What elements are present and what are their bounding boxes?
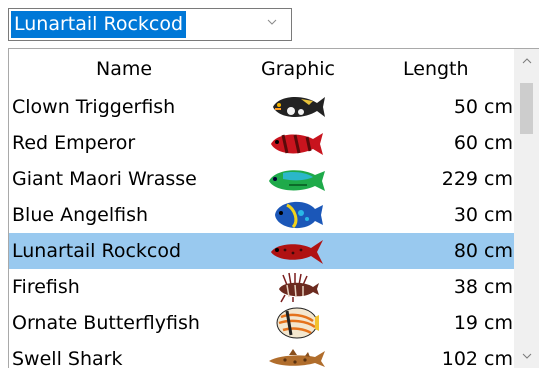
fish-name: Red Emperor	[12, 132, 136, 154]
column-header-length: Length	[403, 58, 469, 80]
list-item-firefish[interactable]: Firefish 38 cm	[9, 269, 514, 305]
scroll-up-arrow-icon[interactable]	[521, 55, 533, 67]
fish-name: Firefish	[12, 276, 80, 298]
list-item-blue-angelfish[interactable]: Blue Angelfish 30 cm	[9, 197, 514, 233]
list-item-lunartail-rockcod[interactable]: Lunartail Rockcod 80 cm	[9, 233, 514, 269]
fish-length: 30 cm	[453, 204, 513, 226]
fish-length: 102 cm	[441, 348, 513, 368]
fish-length: 229 cm	[441, 168, 513, 190]
swell-shark-icon	[269, 349, 325, 367]
fish-length: 19 cm	[453, 312, 513, 334]
chevron-down-icon[interactable]	[267, 17, 277, 27]
fish-length: 80 cm	[453, 240, 513, 262]
list-item-giant-maori-wrasse[interactable]: Giant Maori Wrasse 229 cm	[9, 161, 514, 197]
combo-selected-text[interactable]: Lunartail Rockcod	[11, 11, 187, 38]
firefish-icon	[279, 272, 319, 303]
list-item-swell-shark[interactable]: Swell Shark 102 cm	[9, 341, 514, 368]
ornate-butterflyfish-icon	[276, 307, 319, 339]
clown-triggerfish-icon	[273, 97, 325, 117]
fish-name: Giant Maori Wrasse	[12, 168, 197, 190]
fish-listbox[interactable]: Name Graphic Length Clown Triggerfish 50…	[8, 48, 539, 368]
fish-name: Ornate Butterflyfish	[12, 312, 200, 334]
list-item-ornate-butterflyfish[interactable]: Ornate Butterflyfish 19 cm	[9, 305, 514, 341]
fish-length: 50 cm	[453, 96, 513, 118]
fish-name: Swell Shark	[12, 348, 123, 368]
list-item-red-emperor[interactable]: Red Emperor 60 cm	[9, 125, 514, 161]
column-header-graphic: Graphic	[261, 58, 336, 80]
list-item-clown-triggerfish[interactable]: Clown Triggerfish 50 cm	[9, 89, 514, 125]
red-emperor-icon	[271, 133, 323, 155]
fish-length: 60 cm	[453, 132, 513, 154]
vertical-scrollbar[interactable]	[514, 49, 539, 368]
fish-name: Blue Angelfish	[12, 204, 149, 226]
lunartail-rockcod-icon	[271, 240, 323, 264]
blue-angelfish-icon	[275, 201, 323, 229]
fish-name: Clown Triggerfish	[12, 96, 176, 118]
fish-length: 38 cm	[453, 276, 513, 298]
fish-combo-box[interactable]: Lunartail Rockcod	[8, 8, 292, 41]
fish-name: Lunartail Rockcod	[12, 240, 182, 262]
scrollbar-thumb[interactable]	[520, 83, 533, 134]
giant-maori-wrasse-icon	[269, 170, 325, 191]
scroll-down-arrow-icon[interactable]	[521, 350, 533, 362]
column-header-name: Name	[96, 58, 153, 80]
